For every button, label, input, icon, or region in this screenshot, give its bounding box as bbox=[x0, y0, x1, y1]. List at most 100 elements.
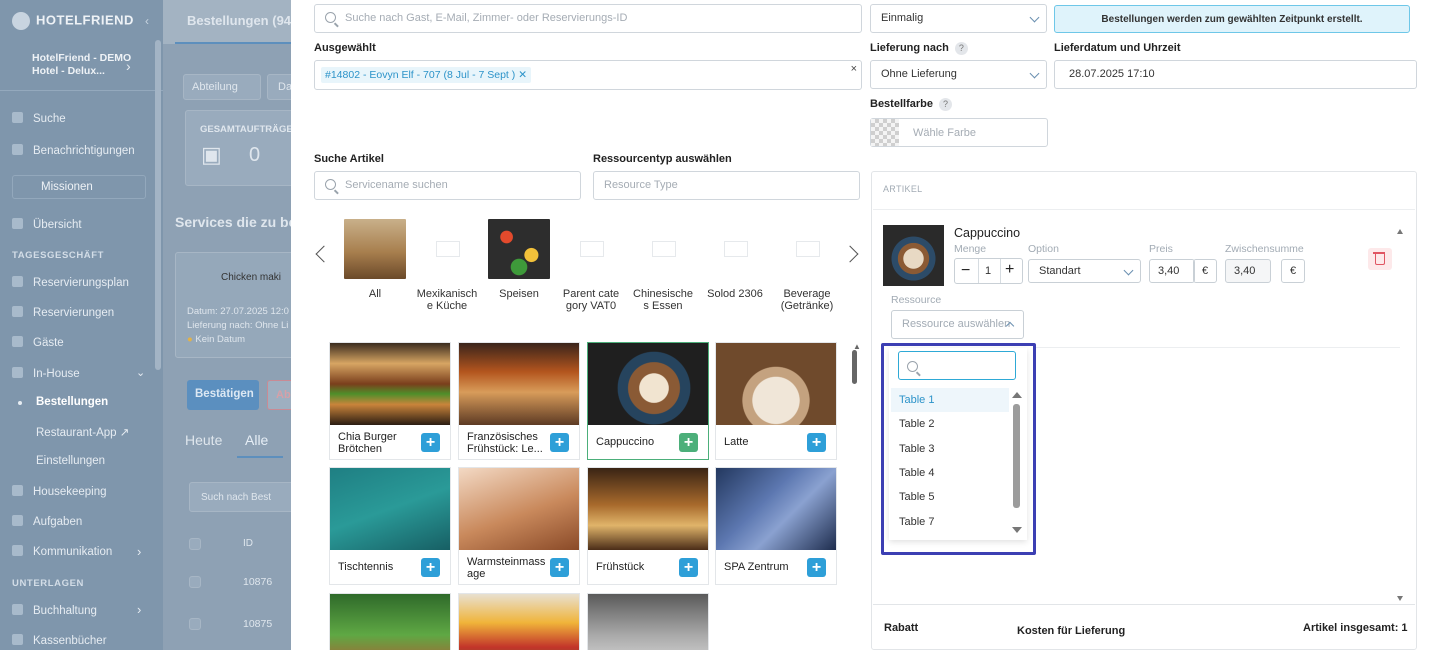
sidebar-item-benachrichtigungen[interactable]: Benachrichtigungen bbox=[12, 144, 135, 157]
search-icon bbox=[12, 112, 23, 123]
service-search-input[interactable]: Servicename suchen bbox=[314, 171, 581, 200]
hotel-switcher[interactable]: HotelFriend - DEMO Hotel - Delux... bbox=[12, 52, 152, 78]
select-all-checkbox[interactable] bbox=[189, 538, 201, 550]
highlight-box bbox=[881, 343, 1036, 555]
delivery-select[interactable]: Ohne Lieferung bbox=[870, 60, 1047, 89]
product-card[interactable] bbox=[587, 593, 709, 650]
ressource-label: Ressource bbox=[891, 294, 942, 306]
sidebar-scrollbar[interactable] bbox=[155, 40, 161, 370]
add-product-button[interactable]: + bbox=[679, 558, 698, 577]
product-card[interactable]: Chia Burger Brötchen + bbox=[329, 342, 451, 460]
sidebar-item-kommunikation[interactable]: Kommunikation bbox=[12, 545, 112, 558]
carousel-prev-icon[interactable] bbox=[315, 245, 333, 263]
option-select[interactable]: Standart bbox=[1028, 259, 1141, 283]
service-no-date: ● Kein Datum bbox=[187, 334, 245, 345]
tab-heute[interactable]: Heute bbox=[185, 432, 222, 448]
subtotal-field: 3,40 bbox=[1225, 259, 1271, 283]
scroll-up-icon[interactable] bbox=[1397, 229, 1403, 234]
menge-label: Menge bbox=[954, 243, 987, 255]
product-image bbox=[459, 594, 579, 650]
carousel-next-icon[interactable] bbox=[841, 245, 859, 263]
help-icon[interactable]: ? bbox=[938, 98, 952, 111]
product-card[interactable] bbox=[329, 593, 451, 650]
add-product-button[interactable]: + bbox=[421, 558, 440, 577]
resource-type-input[interactable]: Resource Type bbox=[593, 171, 860, 200]
sidebar-item-kassenbuecher[interactable]: Kassenbücher bbox=[12, 634, 107, 647]
product-card[interactable]: Frühstück + bbox=[587, 467, 709, 585]
column-header-id[interactable]: ID bbox=[243, 538, 253, 549]
category-item[interactable]: All bbox=[344, 219, 406, 300]
brand-logo[interactable]: HOTELFRIEND bbox=[12, 12, 134, 30]
sidebar-item-reservierungsplan[interactable]: Reservierungsplan bbox=[12, 276, 129, 289]
delete-item-button[interactable] bbox=[1368, 248, 1392, 270]
selected-reservation-chip[interactable]: #14802 - Eovyn Elf - 707 (8 Jul - 7 Sept… bbox=[321, 67, 532, 83]
help-icon[interactable]: ? bbox=[954, 42, 968, 55]
sidebar-item-uebersicht[interactable]: Übersicht bbox=[12, 218, 82, 231]
add-product-button[interactable]: + bbox=[807, 433, 826, 452]
missionen-button[interactable]: Missionen bbox=[12, 175, 146, 199]
stat-label: GESAMTAUFTRÄGE bbox=[200, 124, 291, 135]
delivery-datetime-input[interactable]: 28.07.2025 17:10 bbox=[1054, 60, 1417, 89]
category-image bbox=[488, 219, 550, 279]
color-placeholder: Wähle Farbe bbox=[913, 127, 976, 139]
row-checkbox[interactable] bbox=[189, 618, 201, 630]
product-grid-scrollbar[interactable] bbox=[852, 350, 857, 384]
category-item[interactable]: Solod 2306 bbox=[704, 219, 766, 300]
quantity-value[interactable]: 1 bbox=[985, 265, 991, 277]
product-card[interactable] bbox=[458, 593, 580, 650]
sidebar-item-aufgaben[interactable]: Aufgaben bbox=[12, 515, 82, 528]
add-product-button[interactable]: + bbox=[421, 433, 440, 452]
artikel-total: Artikel insgesamt: 1 bbox=[1303, 622, 1408, 634]
guest-search-input[interactable]: Suche nach Gast, E-Mail, Zimmer- oder Re… bbox=[314, 4, 862, 33]
quantity-stepper[interactable]: − 1 + bbox=[954, 258, 1023, 284]
clear-selection-icon[interactable]: × bbox=[851, 63, 857, 75]
minus-icon[interactable]: − bbox=[961, 262, 970, 280]
product-card[interactable]: Latte + bbox=[715, 342, 837, 460]
sidebar-item-suche[interactable]: Suche bbox=[12, 112, 66, 125]
product-card[interactable]: Warmsteinmassage + bbox=[458, 467, 580, 585]
bestaetigen-button[interactable]: Bestätigen bbox=[187, 380, 259, 410]
category-item[interactable]: Beverage (Getränke) bbox=[776, 219, 838, 312]
category-image bbox=[416, 219, 478, 279]
chip-label: #14802 - Eovyn Elf - 707 (8 Jul - 7 Sept… bbox=[325, 69, 516, 81]
chip-remove-icon[interactable]: ✕ bbox=[518, 69, 527, 81]
sidebar-item-bestellungen[interactable]: Bestellungen bbox=[18, 396, 108, 408]
sidebar-item-label: Restaurant-App bbox=[36, 427, 117, 439]
sidebar-item-gaeste[interactable]: Gäste bbox=[12, 336, 64, 349]
add-product-button[interactable]: + bbox=[550, 433, 569, 452]
product-card[interactable]: Cappuccino + bbox=[587, 342, 709, 460]
sidebar-item-reservierungen[interactable]: Reservierungen bbox=[12, 306, 114, 319]
search-icon bbox=[325, 12, 336, 23]
sidebar-item-label: Reservierungen bbox=[33, 307, 115, 319]
product-name: Frühstück bbox=[596, 561, 645, 573]
add-product-button[interactable]: + bbox=[550, 558, 569, 577]
sidebar-item-restaurant-app[interactable]: Restaurant-App ↗ bbox=[36, 425, 129, 439]
divider bbox=[873, 209, 1415, 210]
color-picker[interactable]: Wähle Farbe bbox=[870, 118, 1048, 147]
sidebar-item-in-house[interactable]: In-House bbox=[12, 367, 80, 380]
tab-alle[interactable]: Alle bbox=[245, 432, 268, 448]
category-item[interactable]: Chinesische s Essen bbox=[632, 219, 694, 312]
add-product-button[interactable]: + bbox=[679, 433, 698, 452]
category-item[interactable]: Speisen bbox=[488, 219, 550, 300]
add-product-button[interactable]: + bbox=[807, 558, 826, 577]
category-item[interactable]: Mexikanische Küche bbox=[416, 219, 478, 312]
sidebar-item-buchhaltung[interactable]: Buchhaltung bbox=[12, 604, 97, 617]
plus-icon[interactable]: + bbox=[1005, 261, 1014, 279]
category-item[interactable]: Parent category VAT0 bbox=[560, 219, 622, 312]
product-card[interactable]: Französisches Frühstück: Le... + bbox=[458, 342, 580, 460]
artikel-name: Cappuccino bbox=[954, 226, 1021, 240]
price-input[interactable]: 3,40 bbox=[1149, 259, 1195, 283]
frequency-select[interactable]: Einmalig bbox=[870, 4, 1047, 33]
product-card[interactable]: SPA Zentrum + bbox=[715, 467, 837, 585]
selected-reservation-field[interactable]: #14802 - Eovyn Elf - 707 (8 Jul - 7 Sept… bbox=[314, 60, 862, 90]
sidebar-item-einstellungen[interactable]: Einstellungen bbox=[36, 455, 105, 467]
product-card[interactable]: Tischtennis + bbox=[329, 467, 451, 585]
row-checkbox[interactable] bbox=[189, 576, 201, 588]
product-image bbox=[716, 468, 836, 550]
collapse-sidebar-icon[interactable]: ‹ bbox=[145, 14, 149, 28]
brand-name: HOTELFRIEND bbox=[36, 12, 134, 28]
sidebar-item-housekeeping[interactable]: Housekeeping bbox=[12, 485, 107, 498]
resource-select[interactable]: Ressource auswählen bbox=[891, 310, 1024, 339]
scroll-down-icon[interactable] bbox=[1397, 596, 1403, 601]
